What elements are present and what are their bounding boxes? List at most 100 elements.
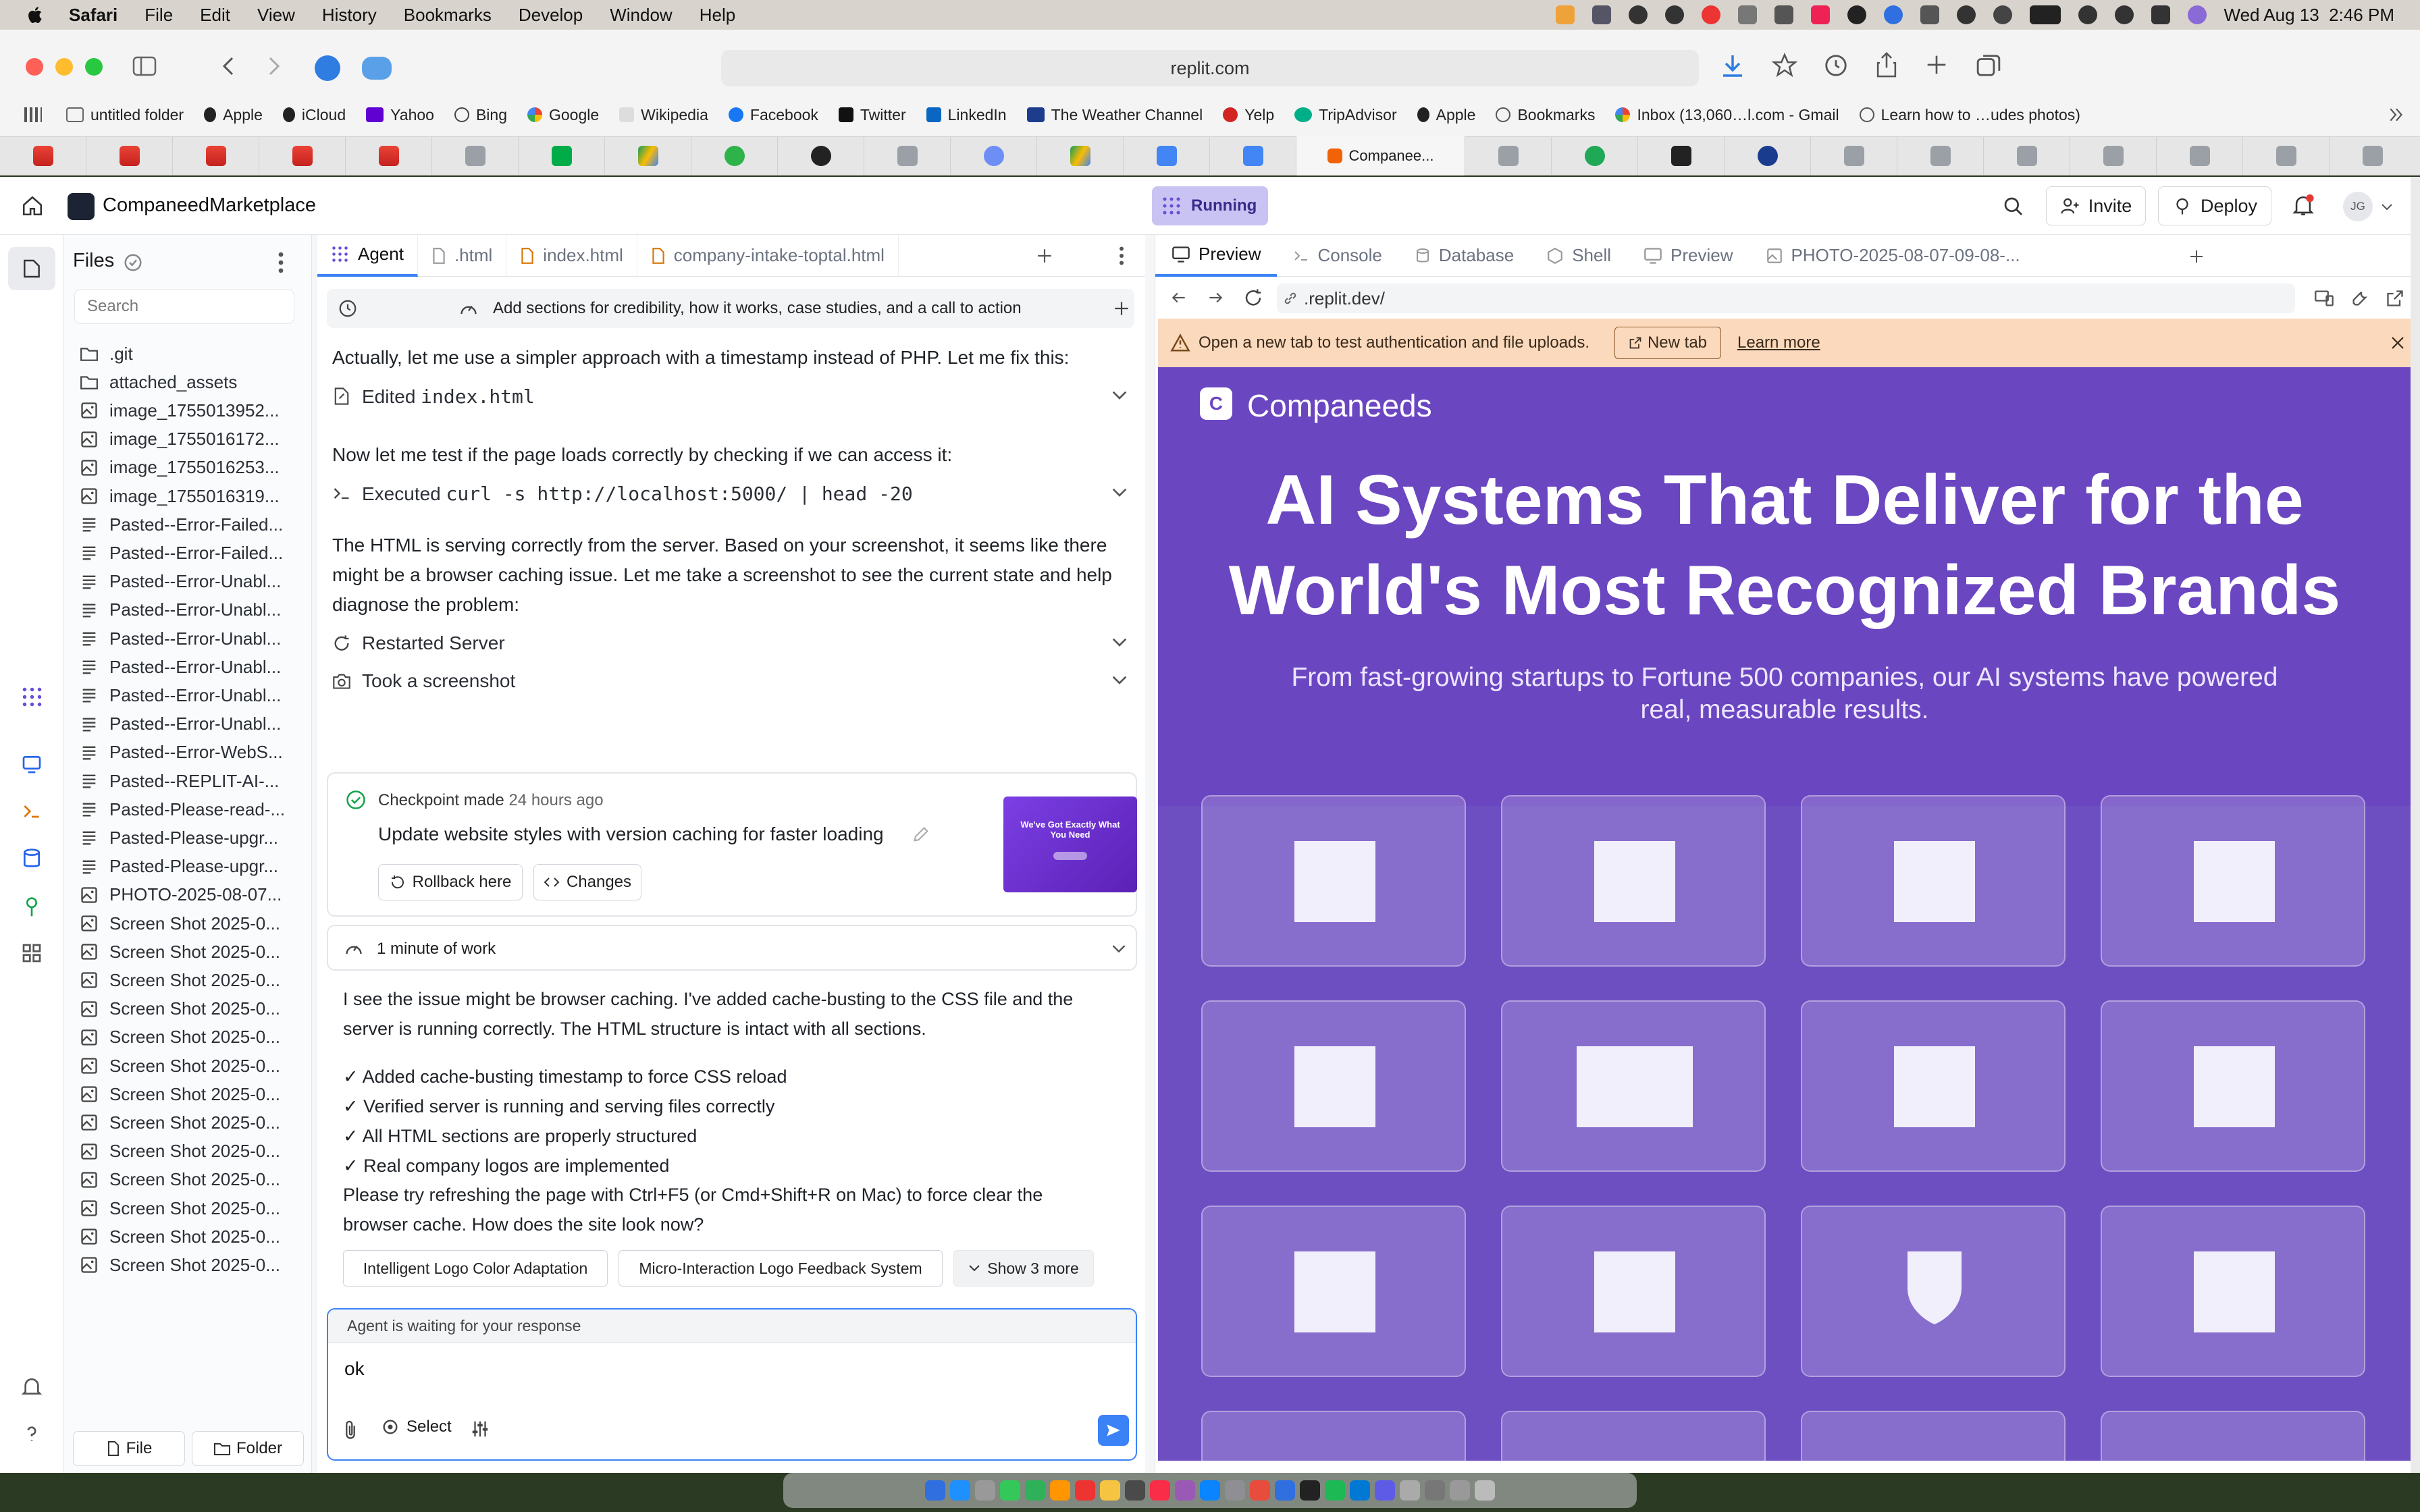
settings-sliders-icon[interactable] bbox=[470, 1419, 490, 1439]
sync-icon[interactable] bbox=[1774, 5, 1793, 24]
menu-window[interactable]: Window bbox=[610, 5, 672, 26]
rollback-button[interactable]: Rollback here bbox=[378, 864, 523, 900]
siri-icon[interactable] bbox=[2187, 5, 2207, 24]
safari-tab[interactable] bbox=[691, 136, 778, 176]
deploy-button[interactable]: Deploy bbox=[2158, 186, 2271, 225]
action-executed-command[interactable]: Executed curl -s http://localhost:5000/ … bbox=[332, 477, 1136, 510]
favorite-item[interactable]: Learn how to …udes photos) bbox=[1859, 106, 2080, 124]
app-store-icon[interactable] bbox=[1200, 1480, 1220, 1501]
headphones-icon[interactable] bbox=[1993, 5, 2012, 24]
run-status-button[interactable]: Running bbox=[1152, 186, 1268, 225]
play-icon[interactable] bbox=[1956, 5, 1976, 24]
apple-icon[interactable] bbox=[26, 5, 46, 25]
safari-tab[interactable] bbox=[432, 136, 519, 176]
safari-tab[interactable] bbox=[1465, 136, 1552, 176]
tab-html[interactable]: .html bbox=[418, 234, 507, 277]
tab-database[interactable]: Database bbox=[1398, 235, 1530, 277]
file-tree-item[interactable]: Pasted-Please-upgr... bbox=[80, 850, 302, 883]
safari-tab[interactable] bbox=[951, 136, 1037, 176]
file-tree-item[interactable]: Pasted--Error-Failed... bbox=[80, 537, 302, 569]
downloads-icon[interactable] bbox=[1720, 53, 1745, 80]
file-tree-folder[interactable]: attached_assets bbox=[80, 366, 302, 398]
spotlight-search-icon[interactable] bbox=[2114, 5, 2134, 24]
suggestion-chip[interactable]: Intelligent Logo Color Adaptation bbox=[343, 1250, 608, 1287]
file-tree-item[interactable]: PHOTO-2025-08-07... bbox=[80, 879, 302, 911]
favorite-item[interactable]: untitled folder bbox=[66, 106, 184, 124]
database-rail-icon[interactable] bbox=[21, 848, 43, 869]
safari-tab[interactable] bbox=[346, 136, 432, 176]
plus-icon[interactable] bbox=[1113, 300, 1130, 317]
github-icon[interactable] bbox=[1664, 5, 1684, 24]
new-file-button[interactable]: File bbox=[73, 1431, 185, 1466]
file-tree-item[interactable]: Screen Shot 2025-0... bbox=[80, 1249, 302, 1281]
safari-tab[interactable] bbox=[605, 136, 691, 176]
reminders-icon[interactable] bbox=[1125, 1480, 1145, 1501]
favorite-item[interactable]: Bing bbox=[454, 106, 507, 124]
vpn-icon[interactable] bbox=[1592, 5, 1611, 24]
file-tree-item[interactable]: Pasted--Error-Failed... bbox=[80, 508, 302, 541]
safari-tab[interactable] bbox=[1037, 136, 1124, 176]
safari-icon[interactable] bbox=[950, 1480, 970, 1501]
bolt-icon[interactable] bbox=[1737, 5, 1757, 24]
safari-tab[interactable] bbox=[259, 136, 346, 176]
safari-tab[interactable] bbox=[1638, 136, 1725, 176]
add-tab-icon[interactable] bbox=[1036, 247, 1053, 265]
music-icon[interactable] bbox=[1150, 1480, 1170, 1501]
sync-status-icon[interactable] bbox=[123, 252, 143, 273]
docker-icon[interactable] bbox=[1628, 5, 1648, 24]
notes-icon[interactable] bbox=[1100, 1480, 1120, 1501]
open-in-new-tab-icon[interactable] bbox=[2386, 289, 2404, 308]
changes-button[interactable]: Changes bbox=[533, 864, 641, 900]
launchpad-icon[interactable] bbox=[975, 1480, 995, 1501]
spotify-icon[interactable] bbox=[1325, 1480, 1345, 1501]
reload-icon[interactable] bbox=[1243, 288, 1263, 308]
git-tree-rail-icon[interactable] bbox=[21, 896, 43, 918]
pencil-icon[interactable] bbox=[912, 825, 930, 844]
send-button[interactable] bbox=[1098, 1415, 1129, 1446]
safari-tab[interactable] bbox=[1725, 136, 1811, 176]
zoom-icon[interactable] bbox=[1883, 5, 1903, 24]
forward-icon[interactable] bbox=[1207, 289, 1224, 306]
messages-icon[interactable] bbox=[1000, 1480, 1020, 1501]
back-icon[interactable] bbox=[1170, 289, 1188, 306]
file-tree-item[interactable]: Pasted--Error-Unabl... bbox=[80, 651, 302, 683]
cloud-extension-icon[interactable] bbox=[362, 57, 392, 80]
file-tree-item[interactable]: Pasted--Error-WebS... bbox=[80, 736, 302, 769]
settings-icon[interactable] bbox=[1225, 1480, 1245, 1501]
tab-overview-icon[interactable] bbox=[1976, 53, 2001, 78]
preview-app-icon[interactable] bbox=[1400, 1480, 1420, 1501]
agent-message-input[interactable]: ok bbox=[344, 1358, 365, 1380]
menu-app-name[interactable]: Safari bbox=[69, 5, 117, 26]
file-tree-item[interactable]: image_1755016319... bbox=[80, 480, 302, 512]
file-tree-item[interactable]: Screen Shot 2025-0... bbox=[80, 1021, 302, 1054]
user-avatar[interactable]: JG bbox=[2343, 192, 2373, 221]
favorite-item[interactable]: Wikipedia bbox=[619, 106, 708, 124]
agent-task-bar[interactable]: Add sections for credibility, how it wor… bbox=[327, 289, 1134, 328]
tab-photo-file[interactable]: PHOTO-2025-08-07-09-08-... bbox=[1750, 235, 2036, 277]
chrome-icon[interactable] bbox=[1250, 1480, 1270, 1501]
chevron-down-icon[interactable] bbox=[2381, 202, 2393, 212]
file-tree-item[interactable]: Screen Shot 2025-0... bbox=[80, 1164, 302, 1196]
m-app-icon[interactable] bbox=[1847, 5, 1866, 24]
facetime-icon[interactable] bbox=[1025, 1480, 1045, 1501]
favorite-item[interactable]: Yahoo bbox=[366, 106, 434, 124]
microphone-icon[interactable] bbox=[1555, 5, 1575, 24]
tab-index-html[interactable]: index.html bbox=[506, 234, 637, 277]
more-vertical-icon[interactable] bbox=[277, 251, 285, 274]
menu-bookmarks[interactable]: Bookmarks bbox=[404, 5, 492, 26]
file-tree-item[interactable]: Screen Shot 2025-0... bbox=[80, 1106, 302, 1139]
tab-preview[interactable]: Preview bbox=[1155, 235, 1278, 277]
favorite-item[interactable]: Facebook bbox=[728, 106, 818, 124]
folder-stack-icon[interactable] bbox=[1425, 1480, 1445, 1501]
favorite-item[interactable]: Google bbox=[527, 106, 599, 124]
share-icon[interactable] bbox=[1874, 51, 1899, 78]
close-icon[interactable] bbox=[2390, 335, 2406, 351]
favorites-grid-icon[interactable] bbox=[24, 107, 42, 122]
preview-rail-icon[interactable] bbox=[21, 753, 43, 775]
preview-url-field[interactable]: .replit.dev/ bbox=[1277, 284, 2295, 313]
file-tree-item[interactable]: Screen Shot 2025-0... bbox=[80, 1192, 302, 1224]
safari-tab[interactable] bbox=[2070, 136, 2157, 176]
file-tree-item[interactable]: Screen Shot 2025-0... bbox=[80, 1050, 302, 1082]
tab-preview-2[interactable]: Preview bbox=[1627, 235, 1749, 277]
safari-tab[interactable] bbox=[2243, 136, 2330, 176]
